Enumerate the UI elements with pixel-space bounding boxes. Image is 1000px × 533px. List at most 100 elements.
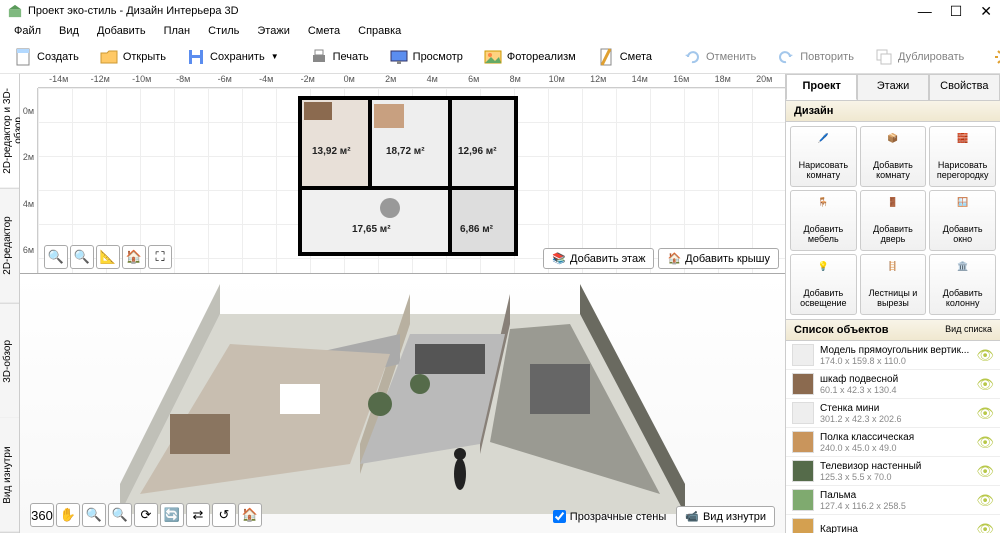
add-door-button[interactable]: 🚪Добавить дверь [860,190,927,251]
list-item[interactable]: Модель прямоугольник вертик...174.0 x 15… [786,341,1000,370]
eye-icon[interactable]: 👁 [976,376,994,393]
undo-icon [682,47,702,67]
redo-button[interactable]: Повторить [769,43,861,71]
photorealism-button[interactable]: Фотореализм [476,43,583,71]
new-file-icon [13,47,33,67]
pan-button[interactable]: ✋ [56,503,80,527]
ruler-horizontal: -14м-12м-10м-8м-6м-4м-2м0м2м4м6м8м10м12м… [38,74,785,88]
monitor-icon [389,47,409,67]
undo-button[interactable]: Отменить [675,43,763,71]
menu-plan[interactable]: План [156,24,199,38]
close-button[interactable]: ✕ [980,3,992,20]
tab-floors[interactable]: Этажи [857,74,928,100]
print-icon [309,47,329,67]
menu-estimate[interactable]: Смета [300,24,348,38]
fit-button[interactable]: ⛶ [148,245,172,269]
vtab-inside[interactable]: Вид изнутри [0,418,19,533]
rotate-button[interactable]: ⟳ [134,503,158,527]
duplicate-icon [874,47,894,67]
draw-room-button[interactable]: 🖊️Нарисовать комнату [790,126,857,187]
tab-project[interactable]: Проект [786,74,857,100]
object-list: Модель прямоугольник вертик...174.0 x 15… [786,341,1000,533]
save-icon [186,47,206,67]
estimate-button[interactable]: Смета [589,43,659,71]
home-button[interactable]: 🏠 [122,245,146,269]
list-item[interactable]: Пальма127.4 x 116.2 x 258.5👁 [786,486,1000,515]
zoom-in-button[interactable]: 🔍 [70,245,94,269]
add-column-button[interactable]: 🏛️Добавить колонну [929,254,996,315]
floor-plan[interactable]: 13,92 м² 18,72 м² 12,96 м² 17,65 м² 6,86… [298,96,518,256]
menu-view[interactable]: Вид [51,24,87,38]
stairs-cutouts-button[interactable]: 🪜Лестницы и вырезы [860,254,927,315]
vtab-2d-3d[interactable]: 2D-редактор и 3D-обзор [0,74,19,189]
vtab-3d[interactable]: 3D-обзор [0,304,19,419]
reset-button[interactable]: ↺ [212,503,236,527]
open-button[interactable]: Открыть [92,43,173,71]
titlebar: Проект эко-стиль - Дизайн Интерьера 3D —… [0,0,1000,22]
menubar: Файл Вид Добавить План Стиль Этажи Смета… [0,22,1000,40]
menu-add[interactable]: Добавить [89,24,154,38]
viewport-3d[interactable]: 360 ✋ 🔍 🔍 ⟳ 🔄 ⇄ ↺ 🏠 Прозрачные стены 📹 В… [20,274,785,533]
chevron-down-icon: ▼ [271,52,279,61]
eye-icon[interactable]: 👁 [976,434,994,451]
orbit-button[interactable]: 🔄 [160,503,184,527]
window-title: Проект эко-стиль - Дизайн Интерьера 3D [28,5,918,17]
inside-view-button[interactable]: 📹 Вид изнутри [676,506,775,527]
minimize-button[interactable]: — [918,3,932,20]
print-button[interactable]: Печать [302,43,376,71]
add-room-button[interactable]: 📦Добавить комнату [860,126,927,187]
preview-button[interactable]: Просмотр [382,43,470,71]
viewport-2d[interactable]: -14м-12м-10м-8м-6м-4м-2м0м2м4м6м8м10м12м… [20,74,785,274]
design-section-header: Дизайн [786,100,1000,122]
measure-button[interactable]: 📐 [96,245,120,269]
home-3d-button[interactable]: 🏠 [238,503,262,527]
eye-icon[interactable]: 👁 [976,521,994,533]
add-lighting-button[interactable]: 💡Добавить освещение [790,254,857,315]
list-view-link[interactable]: Вид списка [945,324,992,336]
add-roof-button[interactable]: 🏠 Добавить крышу [658,248,779,269]
tab-properties[interactable]: Свойства [929,74,1000,100]
maximize-button[interactable]: ☐ [950,3,963,20]
vtab-2d[interactable]: 2D-редактор [0,189,19,304]
toolbar: Создать Открыть Сохранить ▼ Печать Просм… [0,40,1000,74]
add-furniture-button[interactable]: 🪑Добавить мебель [790,190,857,251]
list-item[interactable]: Картина👁 [786,515,1000,533]
eye-icon[interactable]: 👁 [976,463,994,480]
vertical-tabs: 2D-редактор и 3D-обзор 2D-редактор 3D-об… [0,74,20,533]
menu-help[interactable]: Справка [350,24,409,38]
eye-icon[interactable]: 👁 [976,405,994,422]
add-floor-button[interactable]: 📚 Добавить этаж [543,248,654,269]
folder-open-icon [99,47,119,67]
menu-style[interactable]: Стиль [200,24,247,38]
list-item[interactable]: шкаф подвесной60.1 x 42.3 x 130.4👁 [786,370,1000,399]
zoom-out-3d-button[interactable]: 🔍 [82,503,106,527]
draw-partition-button[interactable]: 🧱Нарисовать перегородку [929,126,996,187]
roof-icon: 🏠 [667,252,681,265]
transparent-walls-checkbox[interactable]: Прозрачные стены [553,510,666,523]
list-item[interactable]: Полка классическая240.0 x 45.0 x 49.0👁 [786,428,1000,457]
objects-section-header: Список объектов Вид списка [786,319,1000,341]
list-item[interactable]: Стенка мини301.2 x 42.3 x 202.6👁 [786,399,1000,428]
zoom-in-3d-button[interactable]: 🔍 [108,503,132,527]
add-window-button[interactable]: 🪟Добавить окно [929,190,996,251]
eye-icon[interactable]: 👁 [976,347,994,364]
flip-button[interactable]: ⇄ [186,503,210,527]
settings-button[interactable] [987,43,1000,71]
menu-file[interactable]: Файл [6,24,49,38]
zoom-out-button[interactable]: 🔍 [44,245,68,269]
room-area-label: 6,86 м² [460,224,493,235]
room-area-label: 13,92 м² [312,146,351,157]
render-3d [20,274,785,533]
rotate-360-button[interactable]: 360 [30,503,54,527]
menu-floors[interactable]: Этажи [249,24,297,38]
room-area-label: 18,72 м² [386,146,425,157]
save-button[interactable]: Сохранить ▼ [179,43,286,71]
room-area-label: 17,65 м² [352,224,391,235]
eye-icon[interactable]: 👁 [976,492,994,509]
ruler-vertical: 0м2м4м6м [20,88,38,273]
gear-icon [994,47,1000,67]
list-item[interactable]: Телевизор настенный125.3 x 5.5 x 70.0👁 [786,457,1000,486]
create-button[interactable]: Создать [6,43,86,71]
camera-icon: 📹 [685,510,699,523]
duplicate-button[interactable]: Дублировать [867,43,971,71]
